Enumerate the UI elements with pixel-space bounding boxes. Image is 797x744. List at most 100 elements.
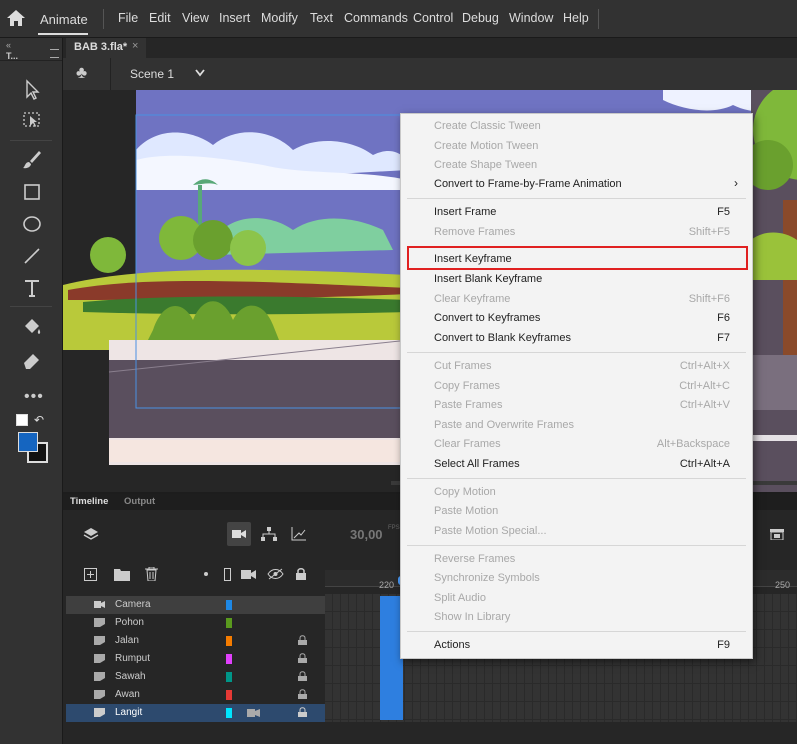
- insert-frame-icon[interactable]: [770, 529, 784, 540]
- scene-name[interactable]: Scene 1: [130, 67, 174, 81]
- layer-color-swatch[interactable]: [226, 654, 232, 664]
- shortcut-insert-frame: F5: [717, 206, 730, 218]
- panel-menu-icon[interactable]: [50, 49, 59, 58]
- layer-row-jalan[interactable]: Jalan: [66, 632, 325, 650]
- app-name[interactable]: Animate: [40, 12, 88, 27]
- oval-tool-icon[interactable]: [20, 212, 44, 236]
- layer-row-sawah[interactable]: Sawah: [66, 668, 325, 686]
- paint-bucket-icon[interactable]: [20, 316, 44, 340]
- delete-layer-icon[interactable]: [145, 567, 158, 581]
- menu-item-show-in-library[interactable]: Show In Library: [434, 611, 510, 623]
- menu-window[interactable]: Window: [509, 11, 553, 25]
- layer-row-pohon[interactable]: Pohon: [66, 614, 325, 632]
- layer-icon: [94, 636, 105, 645]
- chevron-down-icon[interactable]: [195, 69, 205, 77]
- eraser-icon[interactable]: [20, 348, 44, 372]
- new-folder-icon[interactable]: [114, 568, 130, 581]
- menu-help[interactable]: Help: [563, 11, 589, 25]
- menu-control[interactable]: Control: [413, 11, 453, 25]
- menu-item-create-shape-tween[interactable]: Create Shape Tween: [434, 159, 537, 171]
- menu-view[interactable]: View: [182, 11, 209, 25]
- layer-row-langit[interactable]: Langit: [66, 704, 325, 722]
- menu-item-cut-frames[interactable]: Cut Frames: [434, 360, 491, 372]
- menu-item-convert-to-keyframes[interactable]: Convert to Keyframes: [434, 312, 540, 324]
- menu-commands[interactable]: Commands: [344, 11, 408, 25]
- fps-value[interactable]: 30,00: [350, 527, 383, 542]
- text-tool-icon[interactable]: [20, 276, 44, 300]
- layer-color-swatch[interactable]: [226, 690, 232, 700]
- menu-debug[interactable]: Debug: [462, 11, 499, 25]
- tab-output[interactable]: Output: [124, 496, 155, 507]
- shortcut-clear-frames: Alt+Backspace: [656, 438, 730, 450]
- more-tools-icon[interactable]: •••: [24, 388, 44, 406]
- menu-item-insert-keyframe[interactable]: Insert Keyframe: [434, 253, 512, 265]
- menu-item-paste-frames[interactable]: Paste Frames: [434, 399, 502, 411]
- menu-item-paste-motion-special[interactable]: Paste Motion Special...: [434, 525, 547, 537]
- camera-lock-icon[interactable]: [241, 568, 257, 580]
- menu-text[interactable]: Text: [310, 11, 333, 25]
- layer-parenting-icon[interactable]: [261, 527, 277, 541]
- scene-symbol-icon[interactable]: ♣: [76, 63, 87, 83]
- menu-edit[interactable]: Edit: [149, 11, 171, 25]
- selection-tool-icon[interactable]: [20, 78, 44, 102]
- menu-insert[interactable]: Insert: [219, 11, 250, 25]
- menu-item-copy-frames[interactable]: Copy Frames: [434, 380, 500, 392]
- lock-icon[interactable]: [298, 689, 307, 699]
- lock-icon[interactable]: [298, 635, 307, 645]
- collapse-icon[interactable]: «: [6, 40, 11, 50]
- menu-item-paste-overwrite-frames[interactable]: Paste and Overwrite Frames: [434, 419, 574, 431]
- tab-timeline[interactable]: Timeline: [70, 496, 108, 507]
- layer-color-swatch[interactable]: [226, 636, 232, 646]
- menu-item-split-audio[interactable]: Split Audio: [434, 592, 486, 604]
- menu-modify[interactable]: Modify: [261, 11, 298, 25]
- menu-item-paste-motion[interactable]: Paste Motion: [434, 505, 498, 517]
- highlight-layers-icon[interactable]: [204, 572, 208, 576]
- menu-item-select-all-frames[interactable]: Select All Frames: [434, 458, 520, 470]
- reset-colors-icon[interactable]: ↶: [34, 413, 44, 427]
- lock-icon[interactable]: [298, 653, 307, 663]
- layer-color-swatch[interactable]: [226, 672, 232, 682]
- layer-row-awan[interactable]: Awan: [66, 686, 325, 704]
- camera-attach-icon[interactable]: [247, 708, 260, 718]
- menu-file[interactable]: File: [118, 11, 138, 25]
- outline-toggle-icon[interactable]: [224, 568, 231, 581]
- brush-icon[interactable]: [20, 148, 44, 172]
- new-layer-icon[interactable]: [84, 568, 97, 581]
- menu-item-actions[interactable]: Actions: [434, 639, 470, 651]
- layer-color-swatch[interactable]: [226, 600, 232, 610]
- layer-row-camera[interactable]: Camera: [66, 596, 325, 614]
- fill-color-swatch[interactable]: [18, 432, 38, 452]
- layer-color-swatch[interactable]: [226, 708, 232, 718]
- menu-item-insert-blank-keyframe[interactable]: Insert Blank Keyframe: [434, 273, 542, 285]
- lock-icon[interactable]: [298, 707, 307, 717]
- shortcut-clear-keyframe: Shift+F6: [688, 293, 730, 305]
- document-tab[interactable]: BAB 3.fla* ×: [66, 38, 146, 58]
- layers-icon[interactable]: [83, 526, 99, 542]
- free-transform-icon[interactable]: [20, 108, 44, 132]
- menu-item-insert-frame[interactable]: Insert Frame: [434, 206, 496, 218]
- menu-item-create-motion-tween[interactable]: Create Motion Tween: [434, 140, 538, 152]
- rectangle-tool-icon[interactable]: [20, 180, 44, 204]
- menu-item-reverse-frames[interactable]: Reverse Frames: [434, 553, 515, 565]
- layer-row-rumput[interactable]: Rumput: [66, 650, 325, 668]
- layer-name: Camera: [115, 599, 151, 610]
- menu-item-copy-motion[interactable]: Copy Motion: [434, 486, 496, 498]
- menu-item-clear-keyframe[interactable]: Clear Keyframe: [434, 293, 510, 305]
- menu-item-clear-frames[interactable]: Clear Frames: [434, 438, 501, 450]
- menu-item-convert-frame-by-frame[interactable]: Convert to Frame-by-Frame Animation: [434, 178, 622, 190]
- camera-tool-button[interactable]: [227, 522, 251, 546]
- document-tab-bar: [63, 38, 797, 58]
- layer-color-swatch[interactable]: [226, 618, 232, 628]
- visibility-icon[interactable]: [267, 568, 284, 580]
- lock-all-icon[interactable]: [296, 567, 306, 580]
- menu-item-synchronize-symbols[interactable]: Synchronize Symbols: [434, 572, 540, 584]
- line-tool-icon[interactable]: [20, 244, 44, 268]
- home-icon[interactable]: [6, 9, 26, 27]
- menu-item-create-classic-tween[interactable]: Create Classic Tween: [434, 120, 541, 132]
- lock-icon[interactable]: [298, 671, 307, 681]
- graph-icon[interactable]: [291, 527, 306, 541]
- menu-item-convert-to-blank-keyframes[interactable]: Convert to Blank Keyframes: [434, 332, 571, 344]
- close-tab-icon[interactable]: ×: [132, 40, 138, 52]
- menu-item-remove-frames[interactable]: Remove Frames: [434, 226, 515, 238]
- swap-colors-icon[interactable]: [16, 414, 28, 426]
